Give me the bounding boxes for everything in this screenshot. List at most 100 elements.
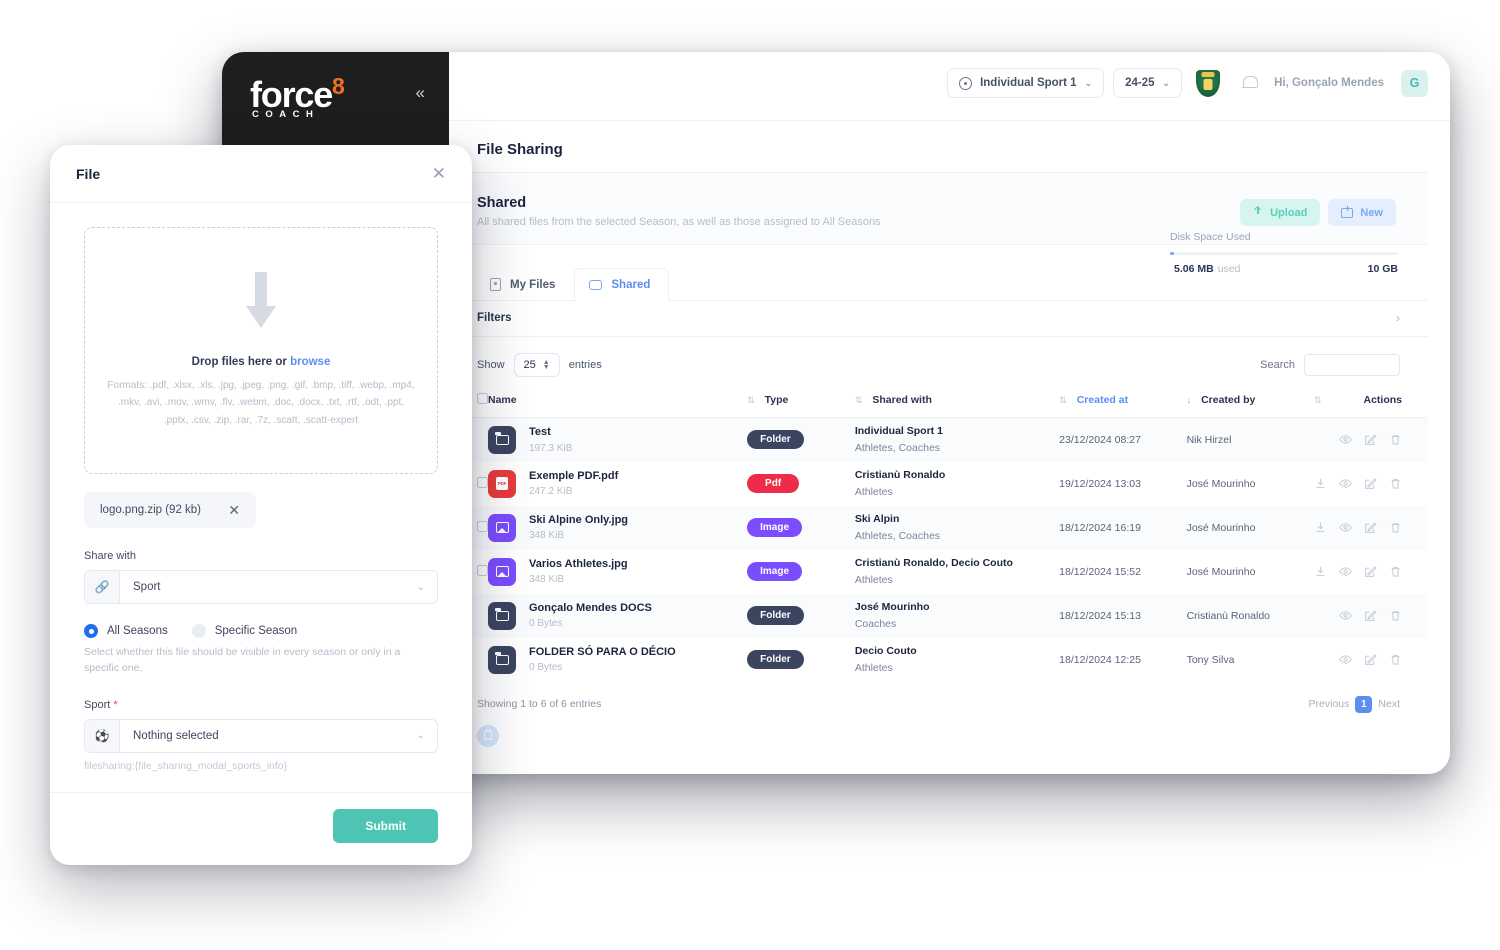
- table-row[interactable]: Gonçalo Mendes DOCS 0 Bytes Folder José …: [449, 593, 1428, 638]
- selected-file-row: logo.png.zip (92 kb) ✕: [84, 492, 438, 528]
- edit-icon[interactable]: [1364, 609, 1377, 622]
- browse-link[interactable]: browse: [290, 356, 330, 368]
- created-by: José Mourinho: [1186, 521, 1256, 534]
- column-header-created-by[interactable]: ↓ Created by: [1186, 385, 1314, 418]
- tab-my-files[interactable]: My Files: [475, 268, 574, 301]
- sport-select[interactable]: ⚽ Nothing selected ⌄: [84, 718, 438, 753]
- globe-icon: [959, 76, 973, 90]
- created-by: Tony Silva: [1186, 653, 1235, 666]
- tab-label: My Files: [510, 278, 556, 291]
- download-icon[interactable]: [1314, 521, 1327, 534]
- delete-icon[interactable]: [1389, 653, 1402, 666]
- club-crest-icon: [1196, 69, 1221, 97]
- file-sharing-card: Shared All shared files from the selecte…: [449, 172, 1428, 774]
- view-icon[interactable]: [1339, 521, 1352, 534]
- show-entries-group: Show 25 ▲ ▼ entries: [477, 353, 602, 377]
- previous-page-button[interactable]: Previous: [1309, 698, 1350, 710]
- page-title: File Sharing: [477, 141, 563, 158]
- sport-label: Sport *: [84, 698, 118, 711]
- entries-per-page-select[interactable]: 25 ▲ ▼: [513, 353, 560, 377]
- table-header-row: Name ⇅ Type ⇅ Shared with ⇅ Created at ↓ Cre…: [449, 385, 1428, 418]
- table-row[interactable]: Ski Alpine Only.jpg 348 KiB Image Ski Al…: [449, 505, 1428, 550]
- filters-toggle[interactable]: Filters ›: [449, 301, 1428, 337]
- share-with-select[interactable]: 🔗 Sport ⌄: [84, 570, 438, 604]
- chevron-down-icon: ⌄: [1084, 77, 1093, 88]
- file-name: Exemple PDF.pdf: [529, 469, 619, 482]
- file-size: 0 Bytes: [529, 618, 563, 630]
- close-icon[interactable]: ✕: [432, 165, 446, 182]
- delete-icon[interactable]: [1389, 477, 1402, 490]
- table-row[interactable]: Exemple PDF.pdf 247.2 KiB Pdf Cristianù …: [449, 462, 1428, 506]
- column-header-created-at[interactable]: ⇅ Created at: [1059, 385, 1187, 418]
- folder-icon: [488, 425, 516, 454]
- column-header-name[interactable]: Name: [488, 385, 748, 418]
- download-icon[interactable]: [1314, 477, 1327, 490]
- folder-plus-icon: [1341, 205, 1354, 218]
- row-checkbox[interactable]: [477, 520, 488, 532]
- radio-specific-season[interactable]: Specific Season: [191, 624, 297, 638]
- season-selector[interactable]: 24-25 ⌄: [1113, 68, 1183, 98]
- new-button[interactable]: New: [1328, 199, 1396, 226]
- notification-bell-icon[interactable]: [1242, 75, 1259, 91]
- submit-button[interactable]: Submit: [333, 809, 438, 843]
- file-dropzone[interactable]: Drop files here or browse Formats: .pdf,…: [84, 227, 438, 474]
- page-1-button[interactable]: 1: [1355, 695, 1373, 713]
- type-badge: Folder: [747, 606, 804, 625]
- view-icon[interactable]: [1339, 653, 1352, 666]
- edit-icon[interactable]: [1364, 477, 1377, 490]
- required-marker: *: [113, 698, 118, 711]
- edit-icon[interactable]: [1364, 653, 1377, 666]
- delete-icon[interactable]: [1389, 565, 1402, 578]
- sport-selector[interactable]: Individual Sport 1 ⌄: [947, 68, 1105, 98]
- edit-icon[interactable]: [1364, 565, 1377, 578]
- view-icon[interactable]: [1339, 477, 1352, 490]
- search-input[interactable]: [1304, 354, 1400, 376]
- table-row[interactable]: Test 197.3 KiB Folder Individual Sport 1…: [449, 417, 1428, 462]
- avatar[interactable]: G: [1401, 69, 1428, 97]
- folder-icon: [488, 645, 516, 674]
- sort-icon: ⇅: [854, 395, 863, 405]
- view-icon[interactable]: [1339, 609, 1352, 622]
- file-size: 0 Bytes: [529, 662, 563, 674]
- edit-icon[interactable]: [1364, 521, 1377, 534]
- stepper-icon: ▲ ▼: [542, 359, 550, 371]
- delete-icon[interactable]: [1389, 433, 1402, 446]
- radio-all-seasons[interactable]: All Seasons: [84, 624, 168, 638]
- row-checkbox[interactable]: [477, 564, 488, 576]
- created-by: José Mourinho: [1186, 565, 1256, 578]
- tab-shared[interactable]: Shared: [574, 268, 670, 301]
- row-actions: [1314, 565, 1428, 578]
- disk-space-progress: [1170, 252, 1398, 255]
- filters-label: Filters: [477, 312, 512, 324]
- archive-icon[interactable]: [477, 724, 499, 747]
- delete-icon[interactable]: [1389, 521, 1402, 534]
- upload-button[interactable]: Upload: [1240, 199, 1321, 226]
- chevron-right-icon: ›: [1396, 311, 1400, 325]
- select-all-checkbox[interactable]: [477, 393, 488, 404]
- next-page-button[interactable]: Next: [1378, 698, 1400, 710]
- search-label: Search: [1260, 359, 1295, 371]
- column-header-shared-with[interactable]: ⇅ Shared with: [854, 385, 1060, 418]
- chevron-double-left-icon[interactable]: «: [416, 84, 425, 101]
- disk-space-label: Disk Space Used: [1170, 231, 1251, 243]
- modal-body: Drop files here or browse Formats: .pdf,…: [50, 203, 472, 848]
- edit-icon[interactable]: [1364, 433, 1377, 446]
- column-header-type[interactable]: ⇅ Type: [747, 385, 855, 418]
- table-row[interactable]: FOLDER SÓ PARA O DÉCIO 0 Bytes Folder De…: [449, 638, 1428, 682]
- table-row[interactable]: Varios Athletes.jpg 348 KiB Image Cristi…: [449, 550, 1428, 594]
- created-by: Nik Hirzel: [1186, 433, 1232, 446]
- shared-with-name: Ski Alpin: [854, 513, 900, 526]
- row-checkbox[interactable]: [477, 476, 488, 488]
- logo-subtitle: COACH: [252, 109, 320, 120]
- view-icon[interactable]: [1339, 565, 1352, 578]
- view-icon[interactable]: [1339, 433, 1352, 446]
- download-icon[interactable]: [1314, 565, 1327, 578]
- close-icon[interactable]: ✕: [228, 503, 240, 517]
- shared-with-roles: Athletes: [854, 573, 893, 586]
- modal-title: File: [76, 165, 101, 182]
- delete-icon[interactable]: [1389, 609, 1402, 622]
- pdf-icon: [488, 469, 516, 498]
- season-scope-radios: All Seasons Specific Season: [84, 624, 438, 638]
- radio-all-seasons-label: All Seasons: [107, 625, 168, 637]
- dropzone-formats: Formats: .pdf, .xlsx, .xls, .jpg, .jpeg,…: [107, 379, 415, 426]
